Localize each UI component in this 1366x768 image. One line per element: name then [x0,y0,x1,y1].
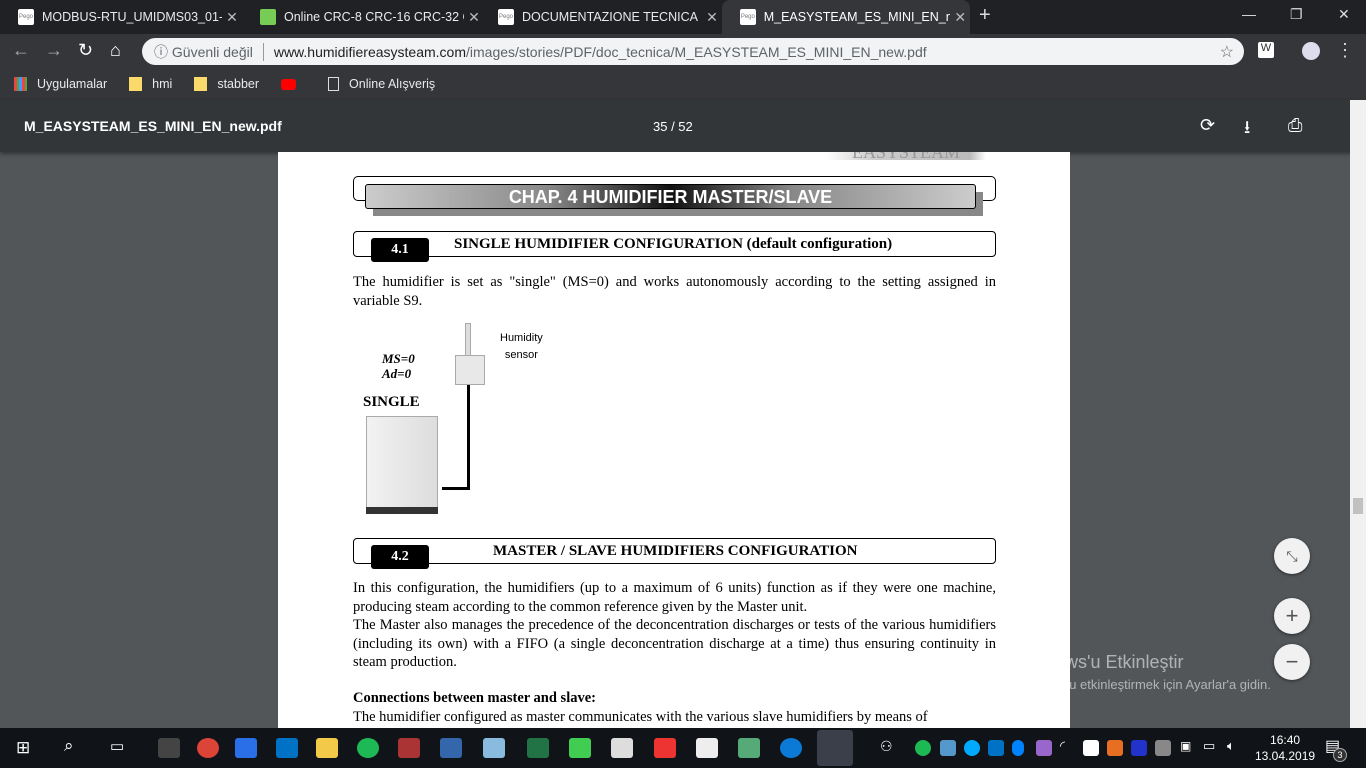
notification-count-badge: 3 [1333,748,1347,762]
chapter-heading: CHAP. 4 HUMIDIFIER MASTER/SLAVE [365,184,976,209]
extension-w-icon[interactable]: W [1258,42,1274,58]
app-icon[interactable] [738,738,760,758]
favicon-icon: Pego [18,9,34,25]
task-view-icon[interactable]: ▭ [110,737,124,755]
volume-icon[interactable]: 🔈︎ [1227,738,1235,754]
todo-icon[interactable] [235,738,257,758]
close-tab-icon[interactable]: ✕ [702,9,722,26]
zoom-in-button[interactable]: + [1274,598,1310,634]
app-icon[interactable] [440,738,462,758]
tray-icon[interactable] [1131,740,1147,756]
photos-icon[interactable] [696,738,718,758]
pdf-toolbar: M_EASYSTEAM_ES_MINI_EN_new.pdf 35 / 52 ⟳… [0,100,1366,152]
section-heading-4-1: 4.1 SINGLE HUMIDIFIER CONFIGURATION (def… [353,231,996,262]
humidifier-unit [366,416,438,514]
mail-icon[interactable] [611,738,633,758]
spotify-tray-icon[interactable] [915,740,931,756]
zoom-out-button[interactable]: − [1274,644,1310,680]
tab-bar: Pego MODBUS-RTU_UMIDMS03_01-13 ✕ Online CR… [0,0,1366,34]
java-icon[interactable] [1107,740,1123,756]
close-tab-icon[interactable]: ✕ [222,9,242,26]
browser-toolbar: ← → ↻ ⌂ ⓘ Güvenli değil www.humidifierea… [0,34,1366,68]
rotate-icon[interactable]: ⟳ [1200,115,1215,136]
reload-button[interactable]: ↻ [78,40,93,61]
outlook-tray-icon[interactable] [988,740,1004,756]
file-explorer-icon[interactable] [316,738,338,758]
profile-avatar[interactable] [1302,42,1320,60]
clock[interactable]: 16:40 13.04.2019 [1255,732,1315,764]
tab[interactable]: Pego DOCUMENTAZIONE TECNICA ✕ [480,0,722,34]
bookmarks-bar: Uygulamalar hmi stabber Online Alışveriş [0,68,1366,100]
scrollbar[interactable] [1350,100,1366,728]
security-warning-icon[interactable] [1083,740,1099,756]
maximize-button[interactable]: ❐ [1290,6,1303,23]
qt-icon[interactable] [569,738,591,758]
dolby-icon[interactable]: ▣ [1180,739,1191,753]
wifi-icon[interactable]: ◜ [1060,738,1065,754]
bookmark-stabber[interactable]: stabber [194,77,259,91]
calculator-icon[interactable] [158,738,180,758]
close-tab-icon[interactable]: ✕ [950,9,970,26]
section-heading-4-2: 4.2 MASTER / SLAVE HUMIDIFIERS CONFIGURA… [353,538,996,569]
info-icon[interactable]: ⓘ [154,42,172,62]
favicon-icon [260,9,276,25]
favicon-icon: Pego [740,9,756,25]
bookmark-online-alisveris[interactable]: Online Alışveriş [328,77,435,91]
forward-button[interactable]: → [45,40,63,61]
page-indicator: 35 / 52 [653,119,693,134]
pdf-icon[interactable] [654,738,676,758]
search-icon[interactable]: ⌕ [64,736,74,756]
outlook-icon[interactable] [276,738,298,758]
back-button[interactable]: ← [12,40,30,61]
skype-icon[interactable] [964,740,980,756]
display-icon[interactable] [1155,740,1171,756]
page-icon [328,77,340,91]
edge-icon[interactable] [780,738,802,758]
taskbar: ⊞ ⌕ ▭ ⚇ ◜ ▣ ▭ 🔈︎ 16:40 13.04.2019 ▤ 3 [0,728,1366,768]
download-icon[interactable]: ⭳ [1244,115,1250,145]
favicon-icon: Pego [498,9,514,25]
bookmark-youtube[interactable] [281,78,306,90]
address-bar[interactable]: ⓘ Güvenli değil www.humidifiereasysteam.… [142,38,1244,65]
tab-active[interactable]: PegoM_EASYSTEAM_ES_MINI_EN_new.pdf✕ [722,0,970,34]
pdf-page: EASYSTEAM CHAP. 4 HUMIDIFIER MASTER/SLAV… [278,152,1070,728]
tray-icon[interactable] [940,740,956,756]
feather-icon[interactable] [1036,740,1052,756]
tab[interactable]: Pego MODBUS-RTU_UMIDMS03_01-13 ✕ [0,0,242,34]
easysteam-logo: EASYSTEAM [826,152,986,161]
battery-icon[interactable]: ▭ [1203,738,1215,754]
spotify-icon[interactable] [357,738,379,758]
chrome-icon[interactable] [197,738,219,758]
people-icon[interactable]: ⚇ [880,738,893,755]
apps-icon [14,77,27,91]
menu-icon[interactable]: ⋮ [1336,40,1354,61]
humidity-sensor [455,355,485,385]
excel-icon[interactable] [527,738,549,758]
chrome-active-icon[interactable] [817,730,853,766]
bookmark-hmi[interactable]: hmi [129,77,172,91]
windows-start-icon[interactable]: ⊞ [16,738,30,758]
bookmark-apps[interactable]: Uygulamalar [14,77,107,91]
bookmark-star-icon[interactable]: ☆ [1220,42,1234,62]
new-tab-button[interactable]: + [979,4,991,27]
bluetooth-icon[interactable] [1012,740,1024,756]
folder-icon [194,77,208,91]
youtube-icon [281,78,297,90]
close-window-button[interactable]: ✕ [1338,6,1350,23]
minimize-button[interactable]: — [1242,6,1256,22]
app-icon[interactable] [483,738,505,758]
home-button[interactable]: ⌂ [110,40,121,61]
sensor-probe [465,323,471,359]
print-icon[interactable]: ⎙ [1288,115,1302,136]
tab[interactable]: Online CRC-8 CRC-16 CRC-32 Ca ✕ [242,0,484,34]
app-icon[interactable] [398,738,420,758]
fit-page-button[interactable]: ⤡ [1274,538,1310,574]
folder-icon [129,77,143,91]
